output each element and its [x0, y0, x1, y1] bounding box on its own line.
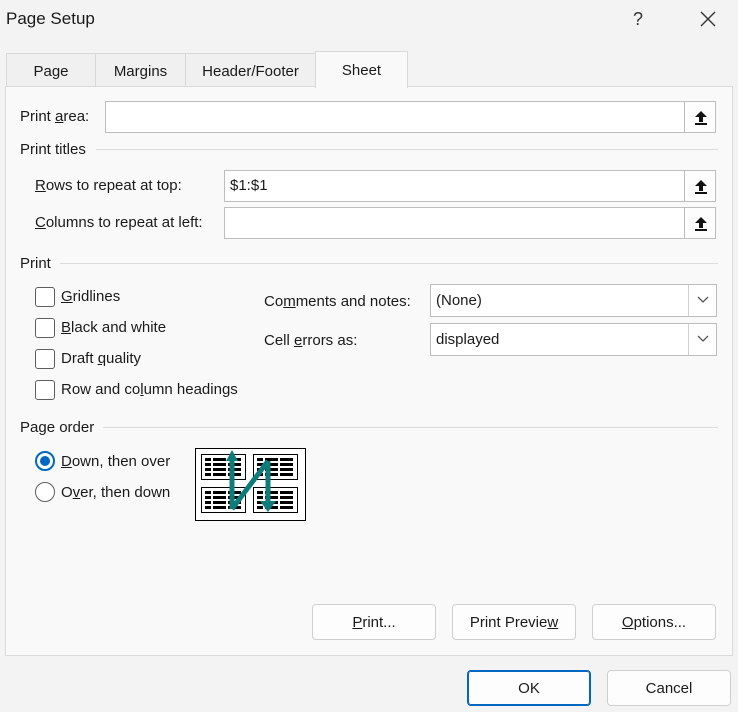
comments-label: Comments and notes: — [264, 293, 411, 310]
down-then-over-label: Down, then over — [61, 453, 171, 470]
row-col-headings-checkbox[interactable] — [35, 380, 55, 400]
print-area-label: Print area: — [20, 108, 90, 125]
tab-margins[interactable]: Margins — [95, 53, 186, 87]
collapse-arrow-icon — [695, 217, 707, 231]
print-area-collapse-button[interactable] — [684, 101, 716, 133]
rows-repeat-label: Rows to repeat at top: — [35, 177, 182, 194]
chevron-down-icon — [697, 335, 709, 342]
tab-page[interactable]: Page — [6, 53, 96, 87]
cols-repeat-input[interactable] — [224, 207, 685, 239]
page-order-heading: Page order — [20, 419, 95, 436]
rows-repeat-input[interactable]: $1:$1 — [224, 170, 685, 202]
cell-errors-value: displayed — [436, 331, 500, 348]
comments-select[interactable]: (None) — [430, 284, 717, 317]
tab-sheet[interactable]: Sheet — [315, 51, 408, 88]
ok-button[interactable]: OK — [467, 670, 591, 706]
rows-repeat-collapse-button[interactable] — [684, 170, 716, 202]
over-then-down-label: Over, then down — [61, 484, 171, 501]
collapse-arrow-icon — [695, 111, 707, 125]
gridlines-label: Gridlines — [61, 288, 121, 305]
tab-header-footer[interactable]: Header/Footer — [185, 53, 316, 87]
page-order-separator — [103, 427, 718, 428]
down-then-over-radio[interactable] — [35, 451, 55, 471]
page-order-preview-image — [195, 448, 306, 521]
options-button[interactable]: Options... — [592, 604, 716, 640]
cell-errors-label: Cell errors as: — [264, 332, 358, 349]
help-button[interactable]: ? — [626, 6, 650, 32]
collapse-arrow-icon — [695, 180, 707, 194]
over-then-down-radio[interactable] — [35, 482, 55, 502]
black-white-checkbox[interactable] — [35, 318, 55, 338]
black-white-label: Black and white — [61, 319, 167, 336]
draft-quality-checkbox[interactable] — [35, 349, 55, 369]
cancel-button[interactable]: Cancel — [607, 670, 731, 706]
cell-errors-dropdown-arrow[interactable] — [688, 324, 716, 355]
print-heading: Print — [20, 255, 51, 272]
print-titles-separator — [96, 149, 718, 150]
print-area-input[interactable] — [105, 101, 685, 133]
cols-repeat-label: Columns to repeat at left: — [35, 214, 203, 231]
print-titles-heading: Print titles — [20, 141, 86, 158]
close-icon — [700, 11, 716, 27]
print-separator — [60, 263, 718, 264]
row-col-headings-label: Row and column headings — [61, 381, 238, 398]
page-order-diagram-icon — [201, 450, 298, 513]
comments-value: (None) — [436, 292, 482, 309]
close-button[interactable] — [694, 6, 722, 32]
print-preview-button[interactable]: Print Preview — [452, 604, 576, 640]
dialog-title: Page Setup — [6, 9, 95, 28]
draft-quality-label: Draft quality — [61, 350, 142, 367]
cell-errors-select[interactable]: displayed — [430, 323, 717, 356]
print-button[interactable]: Print... — [312, 604, 436, 640]
comments-dropdown-arrow[interactable] — [688, 285, 716, 316]
chevron-down-icon — [697, 296, 709, 303]
cols-repeat-collapse-button[interactable] — [684, 207, 716, 239]
gridlines-checkbox[interactable] — [35, 287, 55, 307]
